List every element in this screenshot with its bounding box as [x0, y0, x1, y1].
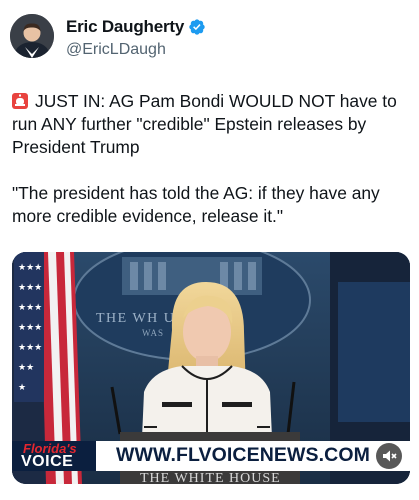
tweet-header: Eric Daugherty @EricLDaugh [10, 10, 410, 60]
svg-text:★★★: ★★★ [18, 323, 42, 333]
verified-badge-icon [189, 19, 205, 35]
svg-text:★★: ★★ [18, 363, 34, 373]
tweet-text: JUST IN: AG Pam Bondi WOULD NOT have to … [12, 90, 408, 228]
brand-line-2: VOICE [21, 453, 74, 470]
svg-text:★: ★ [18, 383, 26, 393]
speaker-muted-icon [383, 450, 397, 462]
video-player[interactable]: THE WH USE WAS ★★★ ★★★ ★★★ ★★★ ★★★ ★★ ★ THE … [12, 252, 410, 484]
svg-text:WAS: WAS [142, 328, 164, 338]
svg-text:★★★: ★★★ [18, 303, 42, 313]
podium-text: THE WHITE HOUSE [140, 471, 281, 484]
mute-button[interactable] [376, 443, 402, 469]
tweet-paragraph-2: "The president has told the AG: if they … [12, 183, 380, 226]
brand-logo: Florida's VOICE [12, 441, 96, 471]
display-name[interactable]: Eric Daugherty [66, 17, 184, 37]
tweet-paragraph-1: JUST IN: AG Pam Bondi WOULD NOT have to … [12, 91, 397, 157]
siren-icon [12, 93, 28, 109]
banner-url: WWW.FLVOICENEWS.COM [116, 444, 370, 466]
handle[interactable]: @EricLDaugh [66, 41, 166, 59]
avatar[interactable] [10, 14, 54, 58]
svg-text:★★★: ★★★ [18, 283, 42, 293]
svg-text:★★★: ★★★ [18, 343, 42, 353]
news-banner: Florida's VOICE WWW.FLVOICENEWS.COM [12, 441, 410, 471]
svg-text:★★★: ★★★ [18, 263, 42, 273]
